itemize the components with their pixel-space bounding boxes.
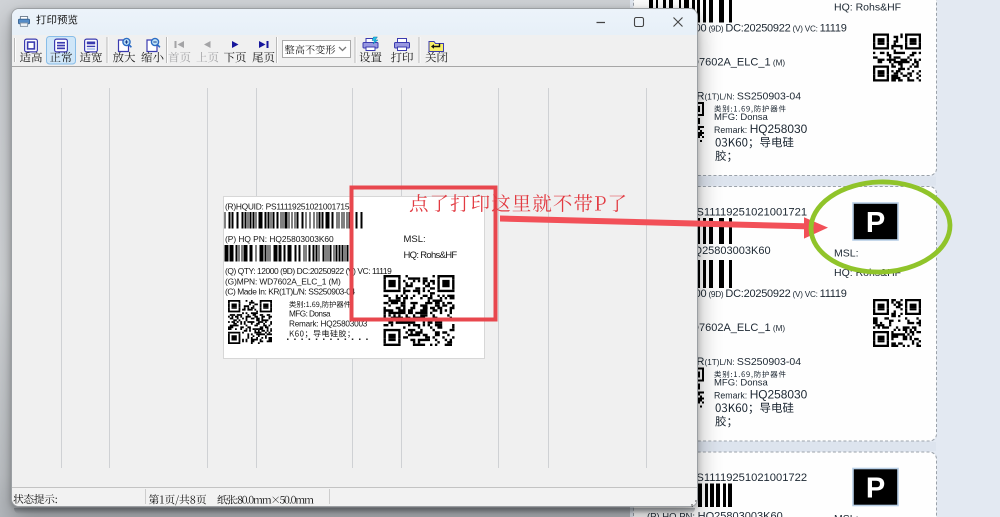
svg-text:P: P: [866, 473, 885, 505]
svg-text:P: P: [866, 207, 885, 239]
svg-text:Remark: HQ258030: Remark: HQ258030: [714, 122, 808, 136]
svg-text:Remark: HQ258030: Remark: HQ258030: [714, 388, 808, 402]
svg-text:HQ: Rohs&HF: HQ: Rohs&HF: [834, 267, 901, 279]
svg-text:MSL:: MSL:: [404, 234, 426, 245]
svg-text:(P) HQ PN: HQ25803003K60: (P) HQ PN: HQ25803003K60: [225, 234, 334, 244]
svg-text:HQ: Rohs&HF: HQ: Rohs&HF: [404, 250, 458, 261]
svg-text:Remark: HQ25803003: Remark: HQ25803003: [289, 320, 368, 329]
svg-text:MSL:: MSL:: [834, 248, 859, 260]
svg-text:(Q) QTY: 12000 (9D) DC:2025092: (Q) QTY: 12000 (9D) DC:20250922 (V) VC: …: [225, 266, 392, 276]
svg-text:HQ: Rohs&HF: HQ: Rohs&HF: [834, 2, 901, 14]
svg-text:(G)MPN: WD7602A_ELC_1 (M): (G)MPN: WD7602A_ELC_1 (M): [225, 277, 341, 287]
svg-text:MSL:: MSL:: [834, 513, 859, 517]
svg-text:(C) Made In: KR(1T)L/N: SS2509: (C) Made In: KR(1T)L/N: SS250903-04: [225, 287, 355, 297]
svg-text:MFG: Donsa: MFG: Donsa: [289, 310, 331, 319]
svg-text:(R)HQUID: PS11119251021001715: (R)HQUID: PS11119251021001715: [225, 202, 350, 212]
